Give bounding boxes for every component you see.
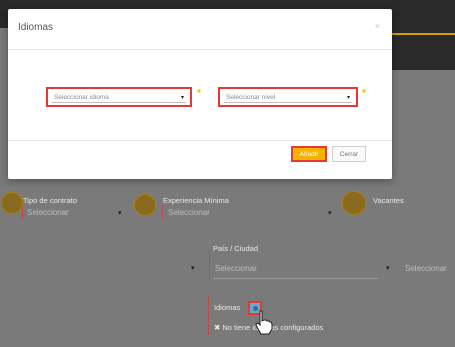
country-city-label: País / Ciudad [213, 244, 259, 253]
country-underline [213, 278, 378, 279]
add-button[interactable]: Añadir [291, 146, 327, 162]
language-select[interactable]: Seleccionar idioma ▾ [46, 87, 192, 107]
city-select[interactable]: Seleccionar [405, 264, 447, 273]
chevron-down-icon[interactable]: ▾ [191, 264, 195, 272]
vacancies-icon [342, 191, 366, 215]
chevron-down-icon[interactable]: ▾ [386, 264, 390, 272]
contract-type-label: Tipo de contrato [23, 196, 77, 205]
languages-label: Idiomas [214, 303, 241, 312]
required-asterisk: * [362, 88, 366, 99]
country-city-divider [209, 250, 210, 280]
required-asterisk: * [197, 88, 201, 99]
modal-title: Idiomas [18, 22, 54, 33]
level-select-underline [224, 102, 352, 103]
level-select-placeholder: Seleccionar nivel [226, 94, 276, 101]
experience-divider [162, 205, 163, 219]
country-select[interactable]: Seleccionar [215, 264, 257, 273]
top-bar-right [392, 0, 455, 70]
languages-divider [208, 295, 209, 335]
chevron-down-icon[interactable]: ▾ [328, 209, 332, 217]
experience-icon [134, 194, 156, 216]
close-icon[interactable]: × [375, 21, 380, 31]
experience-label: Experiencia Mínima [163, 196, 229, 205]
chevron-down-icon: ▾ [346, 95, 350, 101]
hand-cursor-icon [255, 310, 273, 335]
language-select-underline [52, 102, 186, 103]
contract-type-divider [22, 205, 23, 219]
accent-line [392, 33, 455, 35]
language-select-placeholder: Seleccionar idioma [54, 94, 109, 101]
chevron-down-icon: ▾ [180, 95, 184, 101]
vacancies-label: Vacantes [373, 196, 404, 205]
contract-type-select[interactable]: Seleccionar [27, 208, 69, 217]
experience-select[interactable]: Seleccionar [168, 208, 210, 217]
close-button[interactable]: Cerrar [332, 146, 366, 162]
chevron-down-icon[interactable]: ▾ [118, 209, 122, 217]
contract-type-icon [1, 192, 23, 214]
modal-header: Idiomas × [8, 9, 392, 50]
level-select[interactable]: Seleccionar nivel ▾ [218, 87, 358, 107]
